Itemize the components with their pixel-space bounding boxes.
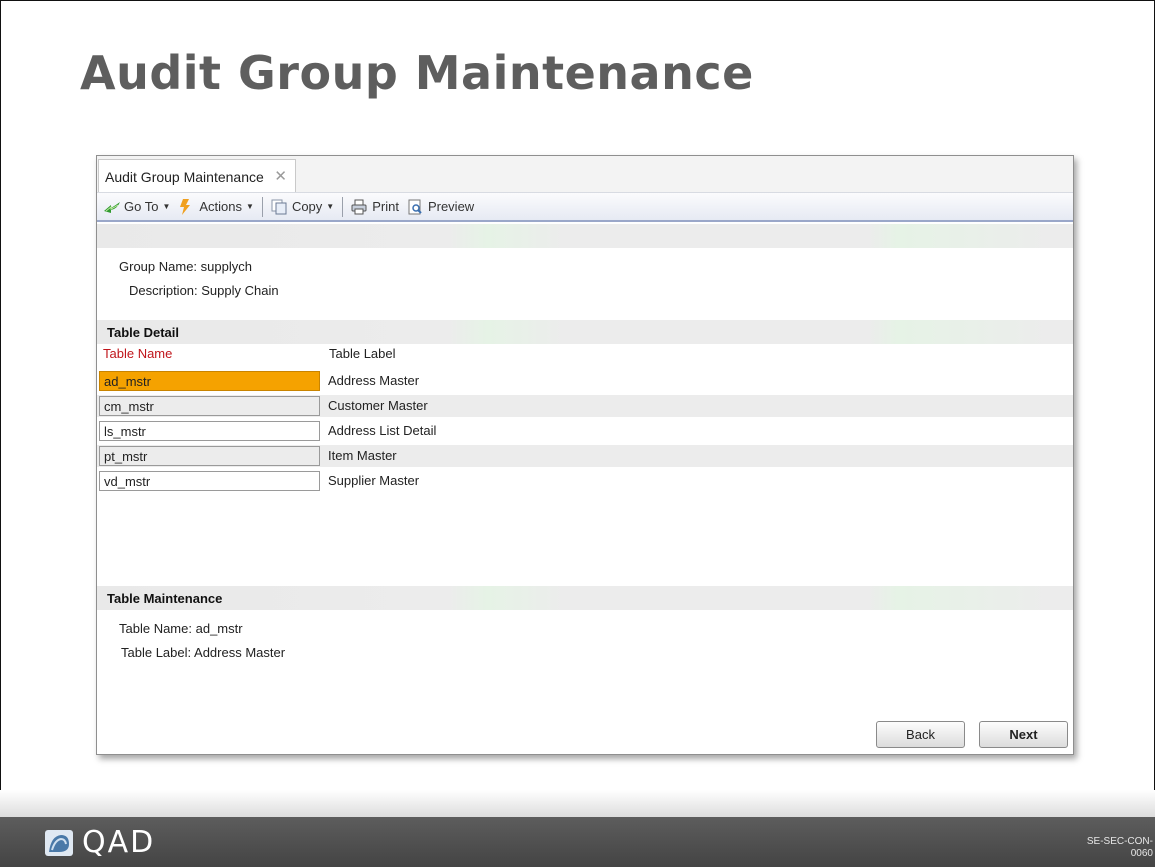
chevron-down-icon: ▼ [326,202,335,211]
next-button[interactable]: Next [979,721,1068,748]
tab-audit-group-maintenance[interactable]: Audit Group Maintenance ✕ [98,159,296,192]
preview-button[interactable]: Preview [403,195,478,219]
toolbar-separator [342,196,344,217]
chevron-down-icon: ▼ [162,202,171,211]
preview-label: Preview [427,199,475,214]
group-name-label: Group Name: [119,259,198,274]
slide-title: Audit Group Maintenance [80,46,754,100]
print-label: Print [372,199,399,214]
table-label-cell: Address Master [328,373,420,388]
table-row[interactable]: pt_mstr Item Master [97,445,1073,467]
table-name-field: Table Name: ad_mstr [119,621,243,636]
table-row[interactable]: ad_mstr Address Master [97,370,1073,392]
table-name-cell[interactable]: pt_mstr [99,446,320,466]
table-label-cell: Item Master [328,448,397,463]
slide-code: SE-SEC-CON- 0060 [1087,836,1153,860]
goto-button[interactable]: Go To ▼ [99,195,174,219]
table-name-value: ad_mstr [195,621,243,636]
table-row[interactable]: ls_mstr Address List Detail [97,420,1073,442]
table-detail-title: Table Detail [107,325,180,340]
column-header-table-name[interactable]: Table Name [103,346,172,361]
group-name-value: supplych [200,259,252,274]
toolbar-separator [261,196,263,217]
table-name-cell[interactable]: ad_mstr [99,371,320,391]
table-label-cell: Supplier Master [328,473,420,488]
table-maintenance-band: Table Maintenance [97,586,1073,610]
table-label-cell: Customer Master [328,398,428,413]
slide-code-line2: 0060 [1130,848,1153,859]
app-window: Audit Group Maintenance ✕ Go To ▼ Action… [96,155,1074,755]
table-name-cell[interactable]: vd_mstr [99,471,320,491]
print-button[interactable]: Print [347,195,403,219]
preview-icon [407,199,423,215]
group-name-field: Group Name: supplych [119,259,252,274]
description-value: Supply Chain [201,283,279,298]
table-label-value: Address Master [194,645,286,660]
lightning-icon [178,198,194,215]
toolbar: Go To ▼ Actions ▼ Copy ▼ Print Preview [97,192,1073,222]
copy-label: Copy [291,199,323,214]
actions-button[interactable]: Actions ▼ [174,195,258,219]
table-name-cell[interactable]: ls_mstr [99,421,320,441]
printer-icon [351,199,367,215]
table-label-field: Table Label: Address Master [121,645,285,660]
footer-bar: QAD SE-SEC-CON- 0060 [0,817,1155,867]
green-arrow-icon [103,199,120,215]
tab-bar: Audit Group Maintenance ✕ [97,156,1073,192]
tab-label: Audit Group Maintenance [105,169,264,185]
header-band [97,224,1073,248]
table-detail-band: Table Detail [97,320,1073,344]
chevron-down-icon: ▼ [246,202,254,211]
table-label-label: Table Label: [121,645,192,660]
description-field: Description: Supply Chain [129,283,279,298]
copy-icon [271,199,287,215]
copy-button[interactable]: Copy ▼ [267,195,338,219]
table-name-cell[interactable]: cm_mstr [99,396,320,416]
close-icon[interactable]: ✕ [274,167,287,185]
slide-code-line1: SE-SEC-CON- [1086,836,1153,847]
footer-fade [0,790,1155,817]
table-row[interactable]: cm_mstr Customer Master [97,395,1073,417]
qad-logo-text: QAD [82,825,156,860]
actions-label: Actions [199,199,243,214]
table-label-cell: Address List Detail [328,423,437,438]
qad-logo-icon [45,830,73,856]
table-row[interactable]: vd_mstr Supplier Master [97,470,1073,492]
column-header-table-label[interactable]: Table Label [329,346,396,361]
back-button[interactable]: Back [876,721,965,748]
description-label: Description: [129,283,198,298]
goto-label: Go To [124,199,159,214]
table-name-label: Table Name: [119,621,192,636]
table-maintenance-title: Table Maintenance [107,591,223,606]
